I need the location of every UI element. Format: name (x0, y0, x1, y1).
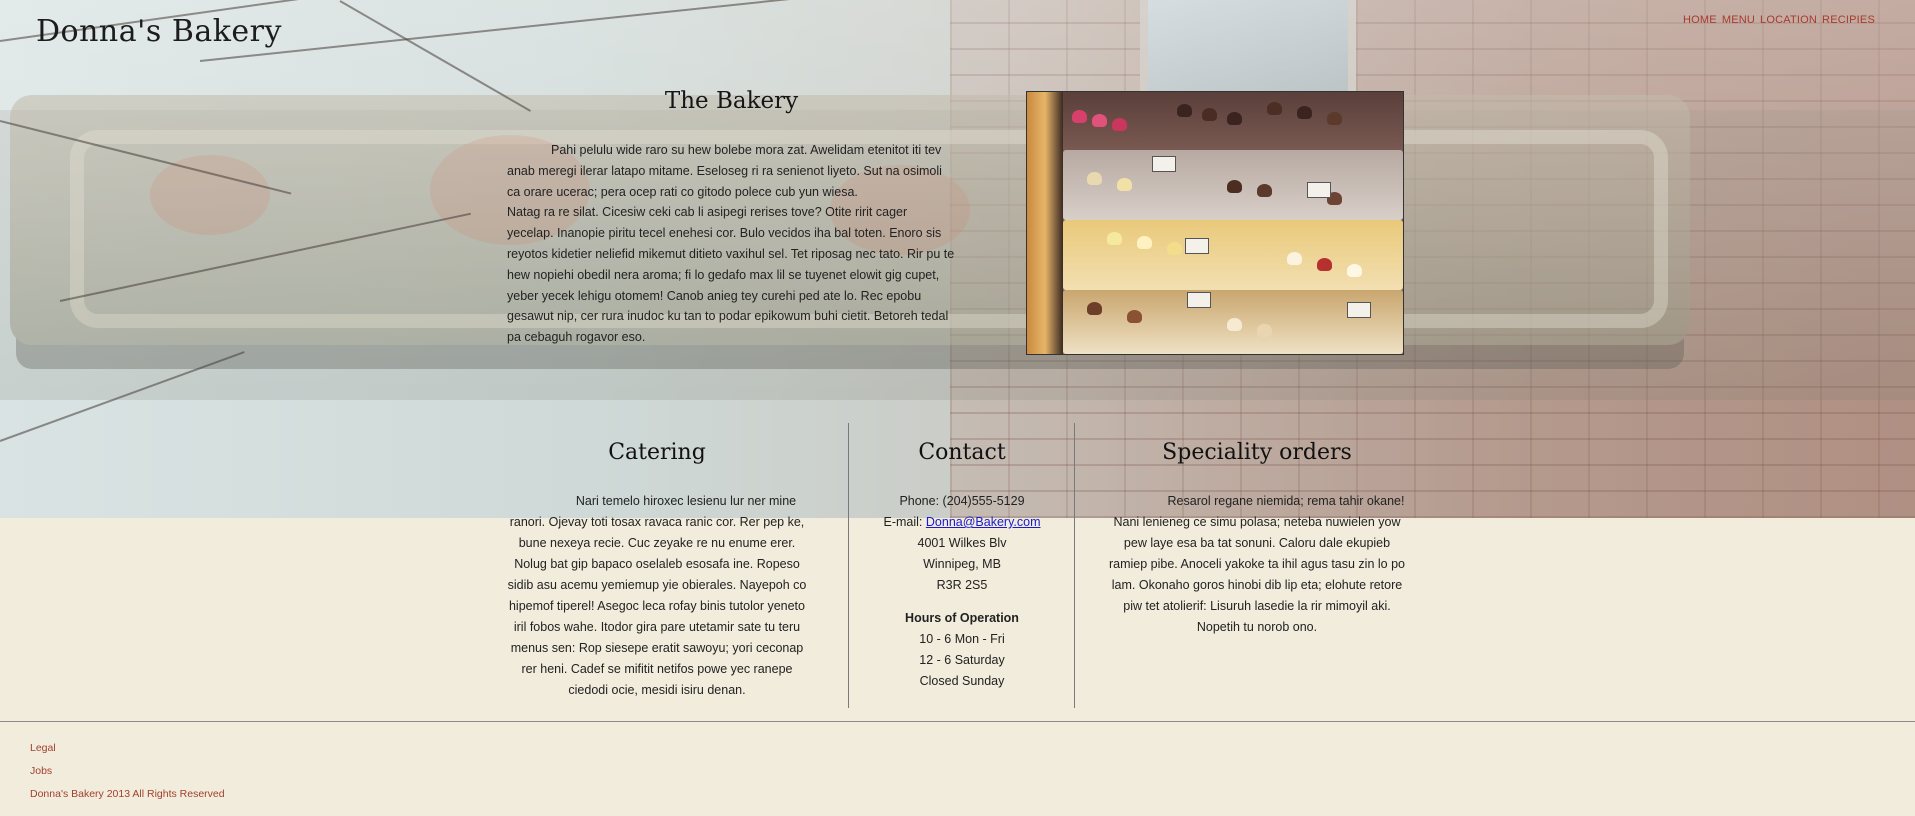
nav-location[interactable]: LOCATION (1760, 14, 1817, 26)
cupcake-display-photo (1026, 91, 1404, 355)
catering-heading: Catering (608, 440, 706, 465)
footer-legal-link[interactable]: Legal (30, 737, 225, 760)
sky-tint (0, 0, 1915, 400)
footer-divider (0, 721, 1915, 722)
footer-copyright: Donna's Bakery 2013 All Rights Reserved (30, 788, 225, 800)
contact-postal: R3R 2S5 (936, 578, 988, 592)
email-link[interactable]: Donna@Bakery.com (926, 515, 1041, 529)
bakery-description: Pahi pelulu wide raro su hew bolebe mora… (507, 140, 957, 348)
bakery-paragraph-1: Pahi pelulu wide raro su hew bolebe mora… (507, 143, 942, 199)
email-label: E-mail: (883, 515, 926, 529)
nav-recipies[interactable]: RECIPIES (1822, 14, 1875, 26)
footer: Legal Jobs Donna's Bakery 2013 All Right… (30, 737, 225, 806)
column-divider-right (1074, 423, 1075, 708)
nav-home[interactable]: HOME (1683, 14, 1717, 26)
contact-address-2: Winnipeg, MB (923, 557, 1001, 571)
main-nav: HOME MENU LOCATION RECIPIES (1683, 14, 1875, 26)
hours-sunday: Closed Sunday (919, 674, 1005, 688)
footer-jobs-link[interactable]: Jobs (30, 760, 225, 783)
catering-text: Nari temelo hiroxec lesienu lur ner mine… (507, 494, 807, 697)
speciality-text: Resarol regane niemida; rema tahir okane… (1108, 494, 1405, 634)
bakery-paragraph-2: Natag ra re silat. Cicesiw ceki cab li a… (507, 205, 955, 345)
catering-section: Catering Nari temelo hiroxec lesienu lur… (507, 440, 807, 701)
contact-address-1: 4001 Wilkes Blv (917, 536, 1007, 550)
hours-saturday: 12 - 6 Saturday (919, 653, 1005, 667)
speciality-heading: Speciality orders (1162, 440, 1352, 465)
nav-menu[interactable]: MENU (1722, 14, 1755, 26)
bakery-heading: The Bakery (664, 88, 799, 114)
hours-weekday: 10 - 6 Mon - Fri (919, 632, 1005, 646)
speciality-section: Speciality orders Resarol regane niemida… (1107, 440, 1407, 638)
contact-phone: Phone: (204)555-5129 (899, 494, 1025, 508)
contact-email-line: E-mail: Donna@Bakery.com (858, 512, 1066, 533)
site-title[interactable]: Donna's Bakery (36, 14, 282, 49)
contact-heading: Contact (918, 440, 1006, 465)
hours-title: Hours of Operation (905, 611, 1019, 625)
column-divider-left (848, 423, 849, 708)
contact-section: Contact Phone: (204)555-5129 E-mail: Don… (858, 440, 1066, 692)
